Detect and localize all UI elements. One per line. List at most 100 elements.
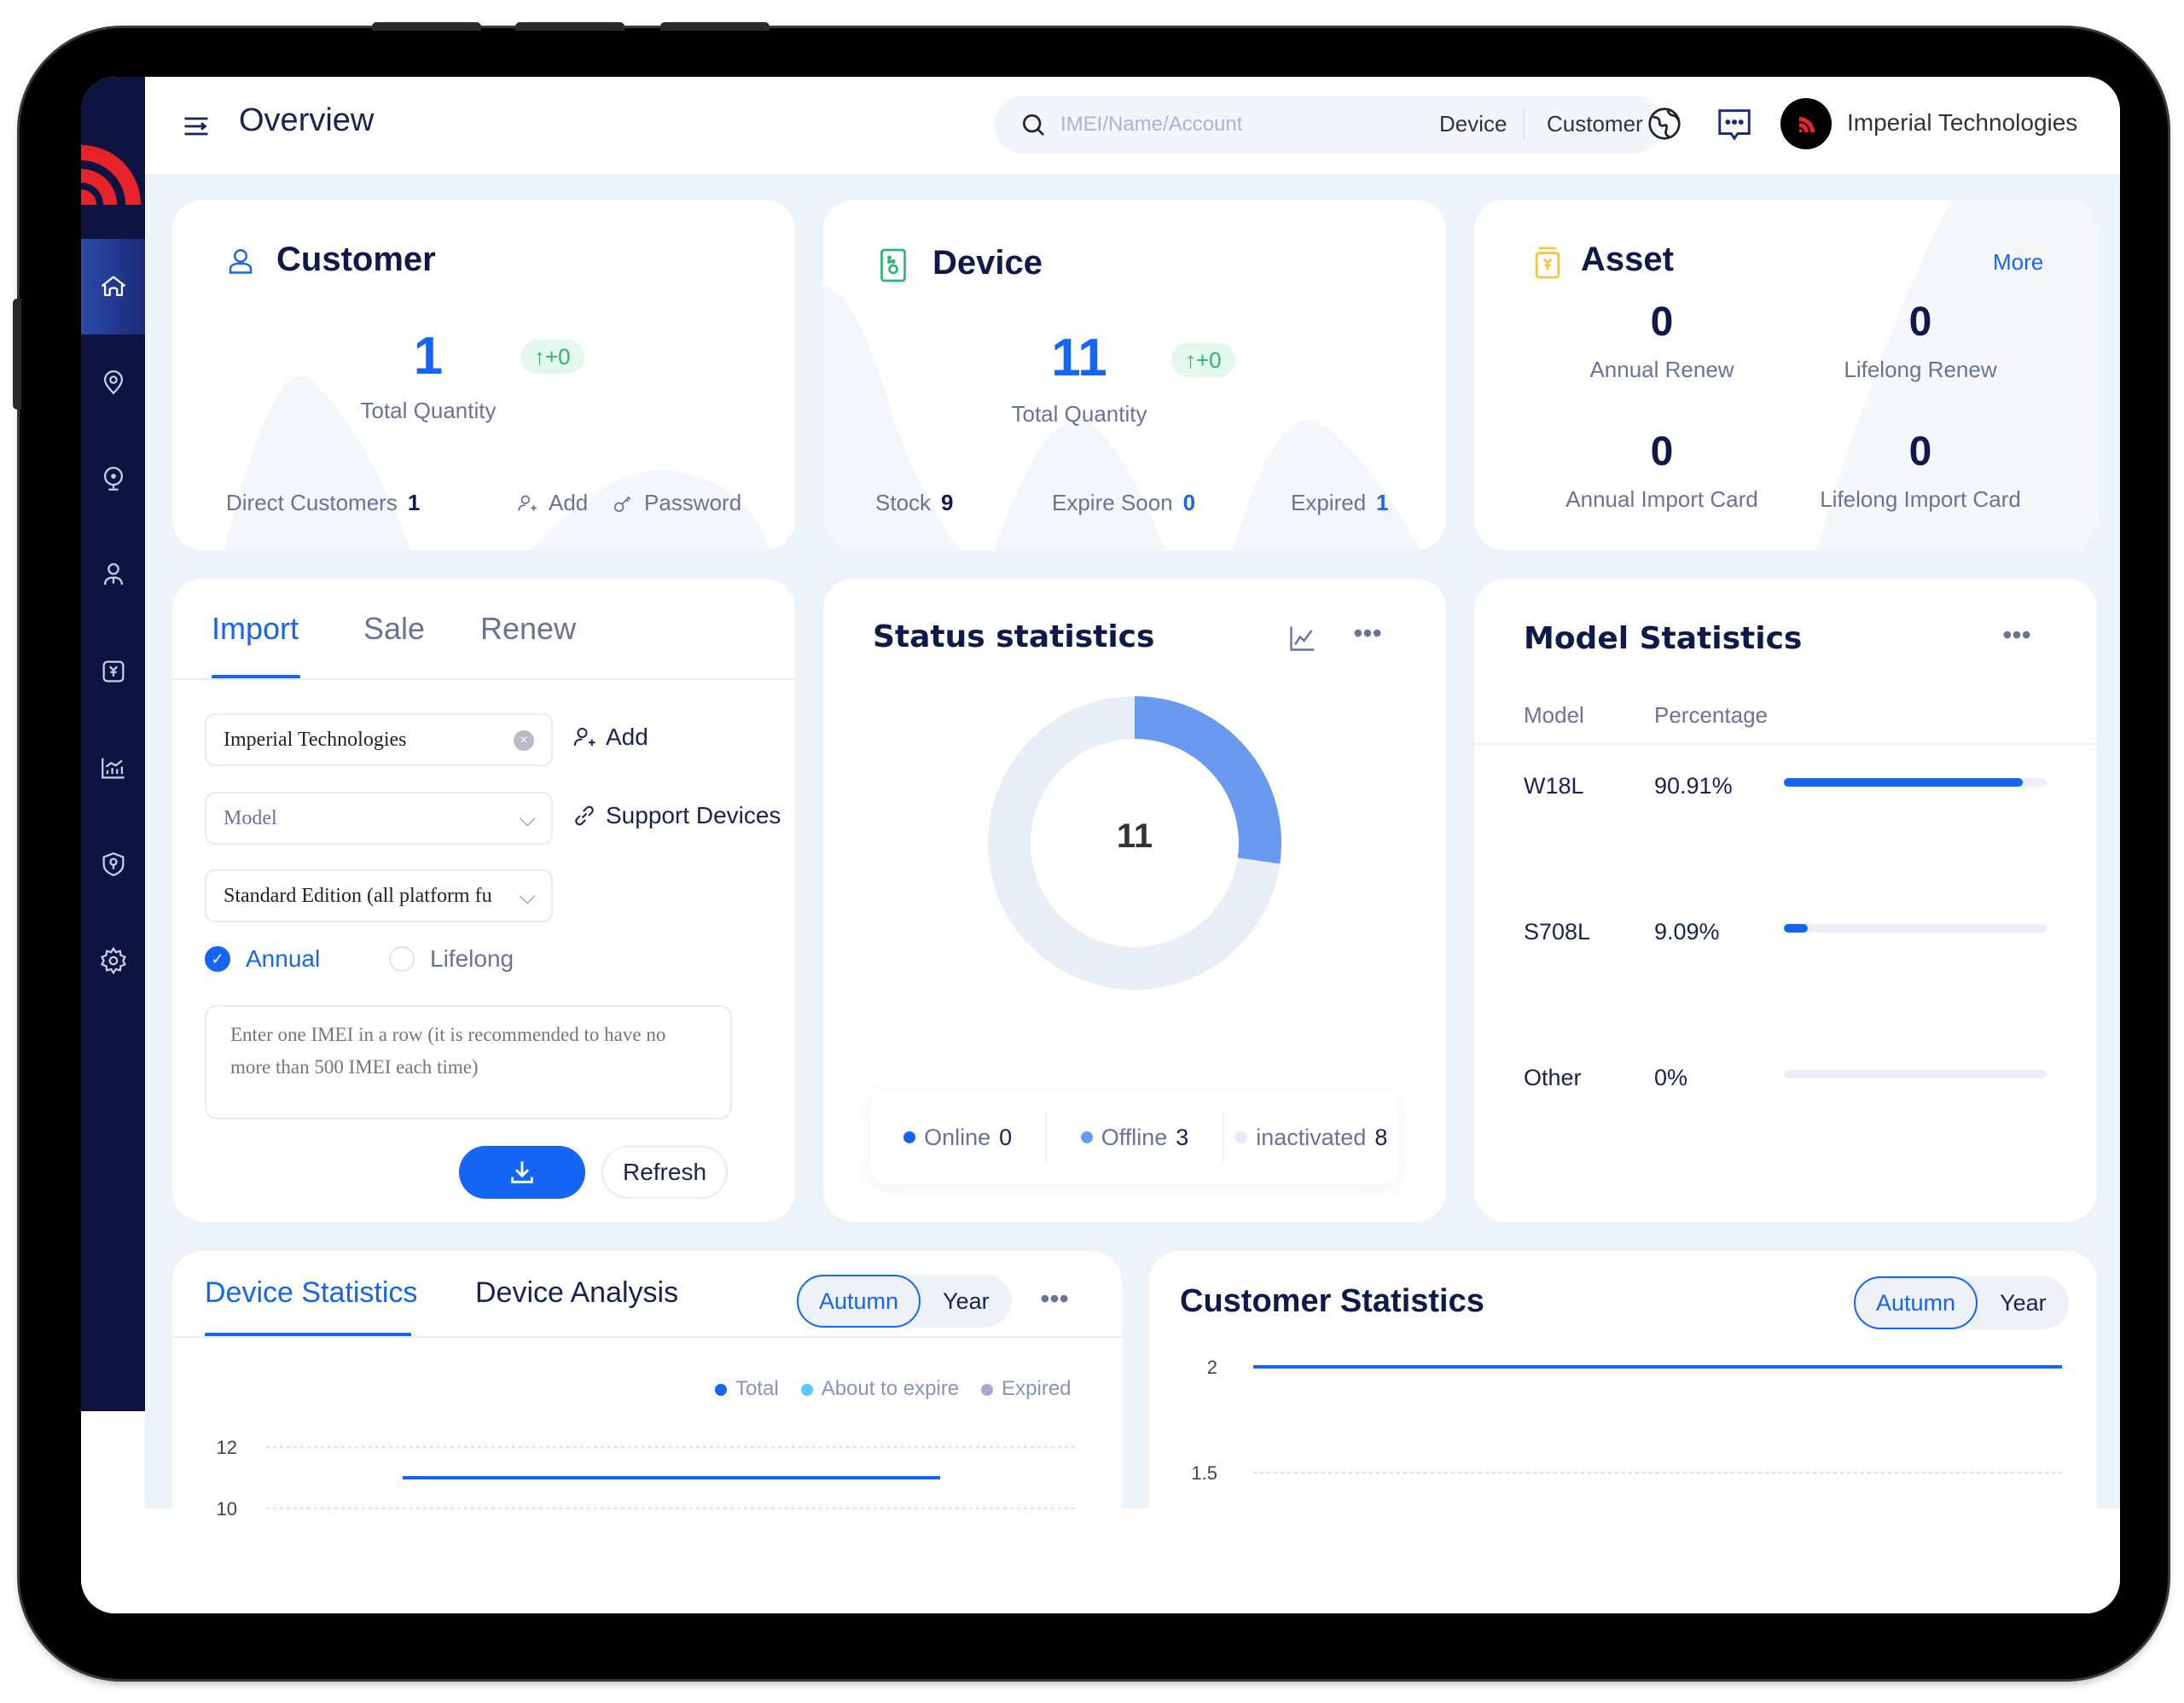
password-button[interactable]: Password	[612, 490, 741, 516]
refresh-button[interactable]: Refresh	[601, 1146, 728, 1199]
radio-annual-label: Annual	[246, 945, 321, 972]
legend-swatch	[1080, 1131, 1093, 1143]
device-stats-more-button[interactable]: •••	[1036, 1280, 1073, 1317]
device-delta-value: +0	[1196, 347, 1222, 373]
lifelong-renew-label: Lifelong Renew	[1844, 357, 1997, 382]
sidebar-item-location[interactable]	[81, 334, 145, 430]
model-name: Other	[1524, 1065, 1582, 1090]
model-progress-fill	[1784, 924, 1808, 933]
device-expired[interactable]: Expired 1	[1291, 490, 1389, 516]
asset-card-title: Asset	[1581, 241, 1674, 278]
tab-sale[interactable]: Sale	[363, 611, 425, 647]
status-card-title: Status statistics	[873, 619, 1155, 654]
period-autumn-button[interactable]: Autumn	[797, 1275, 921, 1328]
period-year-button[interactable]: Year	[1978, 1276, 2069, 1329]
user-avatar[interactable]	[1780, 98, 1832, 149]
top-header: Overview Device Customer Imperial Techno…	[145, 77, 2120, 174]
model-percentage: 90.91%	[1654, 773, 1733, 799]
model-more-button[interactable]: •••	[1998, 616, 2036, 654]
device-stock[interactable]: Stock 9	[875, 490, 954, 516]
tab-renew[interactable]: Renew	[480, 611, 576, 647]
more-dots-icon: •••	[1353, 617, 1382, 648]
users-icon	[103, 563, 123, 585]
tab-device-statistics[interactable]: Device Statistics	[205, 1276, 417, 1310]
period-year-button[interactable]: Year	[921, 1275, 1012, 1328]
customer-statistics-card: Customer Statistics Autumn Year 1.5 2	[1149, 1251, 2097, 1592]
settings-icon	[100, 946, 126, 975]
legend-swatch	[1235, 1131, 1248, 1143]
asset-more-link[interactable]: More	[1993, 249, 2043, 276]
y-tick-label: 2	[1207, 1357, 1217, 1378]
clear-icon[interactable]: ×	[514, 730, 534, 751]
device-volume-button	[515, 22, 624, 31]
direct-customers: Direct Customers 1	[226, 490, 420, 516]
status-more-button[interactable]: •••	[1349, 614, 1386, 652]
sidebar-item-home[interactable]	[81, 239, 145, 334]
model-select[interactable]: Model ⌵	[205, 792, 553, 845]
legend-offline[interactable]: Offline 3	[1047, 1112, 1224, 1163]
sidebar-item-reports[interactable]	[81, 720, 145, 816]
tab-import[interactable]: Import	[212, 611, 299, 647]
device-expire-soon[interactable]: Expire Soon 0	[1052, 490, 1195, 516]
lifelong-import-card-value: 0	[1908, 429, 1932, 474]
device-total: 11	[1051, 328, 1107, 387]
globe-language-icon[interactable]	[1645, 104, 1684, 143]
add-user-icon	[573, 728, 595, 747]
search-divider	[1523, 109, 1525, 140]
search-filter-customer[interactable]: Customer	[1547, 111, 1643, 137]
imei-textarea[interactable]	[205, 1005, 732, 1119]
monitor-icon	[103, 467, 123, 491]
device-period-toggle: Autumn Year	[797, 1275, 1012, 1328]
customer-card-title: Customer	[276, 241, 436, 278]
message-icon[interactable]	[1715, 104, 1754, 143]
annual-import-card-value: 0	[1650, 429, 1674, 474]
device-volume-button	[372, 22, 481, 31]
add-customer-link[interactable]: Add	[572, 724, 648, 751]
legend-about-to-expire[interactable]: About to expire	[800, 1377, 959, 1401]
sidebar-item-security[interactable]	[81, 817, 145, 912]
chevron-down-icon: ⌵	[519, 805, 536, 831]
expire-soon-label: Expire Soon	[1052, 490, 1173, 515]
customer-period-toggle: Autumn Year	[1854, 1276, 2069, 1329]
radio-lifelong[interactable]: Lifelong	[389, 945, 514, 973]
sidebar-item-monitor[interactable]	[81, 431, 145, 526]
user-name[interactable]: Imperial Technologies	[1847, 109, 2077, 137]
edition-select[interactable]: Standard Edition (all platform fu ⌵	[205, 869, 553, 922]
model-card-title: Model Statistics	[1524, 621, 1803, 656]
customer-select[interactable]: Imperial Technologies ×	[205, 713, 553, 766]
support-devices-link[interactable]: Support Devices	[572, 802, 781, 829]
search-filter-device[interactable]: Device	[1439, 111, 1507, 137]
search-icon	[1023, 114, 1044, 136]
model-percentage: 9.09%	[1654, 919, 1720, 944]
device-side-button	[13, 299, 21, 410]
legend-inactivated[interactable]: inactivated 8	[1224, 1112, 1399, 1163]
table-header-divider	[1474, 743, 2097, 745]
model-percentage: 0%	[1654, 1065, 1688, 1090]
legend-total[interactable]: Total	[715, 1377, 779, 1401]
legend-expired[interactable]: Expired	[981, 1377, 1072, 1401]
sidebar-item-billing[interactable]	[81, 624, 145, 719]
add-customer-button[interactable]: Add	[516, 490, 588, 516]
import-download-button[interactable]	[459, 1146, 585, 1199]
radio-annual[interactable]: ✓ Annual	[205, 945, 320, 973]
asset-wallet-icon	[1535, 247, 1560, 279]
device-statistics-card: Device Statistics Device Analysis Autumn…	[172, 1251, 1122, 1592]
sidebar-item-settings[interactable]	[81, 913, 145, 1008]
direct-customers-value: 1	[407, 490, 421, 515]
tab-device-analysis[interactable]: Device Analysis	[475, 1276, 678, 1310]
legend-online[interactable]: Online 0	[870, 1112, 1048, 1163]
customer-icon	[229, 249, 253, 274]
y-tick-label: 10	[217, 1498, 237, 1520]
menu-toggle-icon[interactable]	[181, 111, 212, 142]
asset-card: Asset More 0 Annual Renew 0 Lifelong Ren…	[1474, 200, 2097, 550]
line-chart-toggle[interactable]	[1284, 619, 1321, 657]
support-devices-label: Support Devices	[606, 802, 781, 828]
lifelong-renew-value: 0	[1908, 299, 1932, 345]
expired-label: Expired	[1291, 490, 1367, 515]
search-input[interactable]	[1060, 108, 1402, 142]
legend-swatch	[800, 1383, 813, 1396]
period-autumn-button[interactable]: Autumn	[1854, 1276, 1978, 1329]
sidebar-item-customers[interactable]	[81, 527, 145, 623]
tab-divider	[172, 678, 795, 680]
search-bar: Device Customer	[994, 96, 1664, 154]
